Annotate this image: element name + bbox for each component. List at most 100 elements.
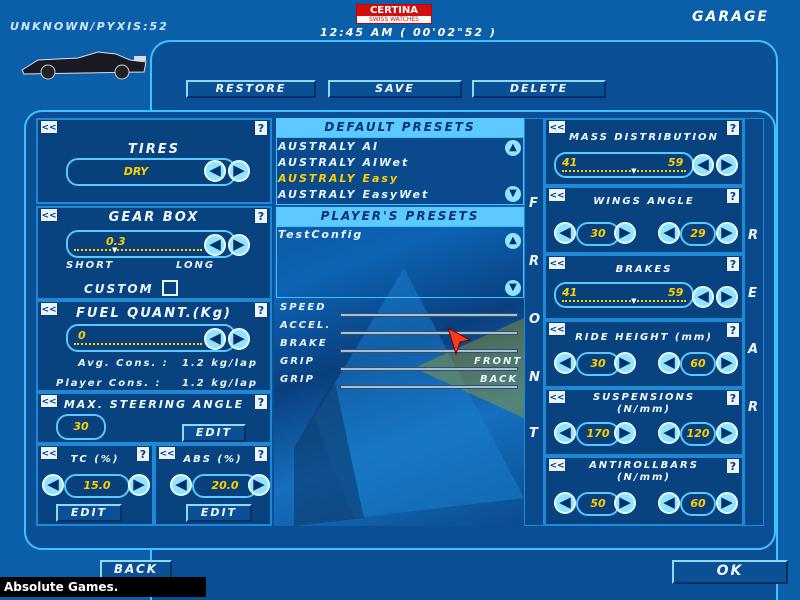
- gearbox-panel: << ? GEAR BOX 0.3 ▼ ◀ ▶ SHORT LONG CUSTO…: [36, 206, 272, 300]
- tc-value-box[interactable]: 15.0: [64, 474, 130, 498]
- wings-rear-next-button[interactable]: ▶: [716, 222, 738, 244]
- scroll-down-icon[interactable]: ▼: [505, 186, 521, 202]
- tc-edit-button[interactable]: EDIT: [56, 504, 122, 522]
- preset-item[interactable]: AUSTRALY AI: [278, 140, 379, 153]
- tc-next-button[interactable]: ▶: [128, 474, 150, 496]
- grip-front-label: GRIP: [280, 356, 315, 367]
- help-icon[interactable]: ?: [254, 120, 268, 136]
- gearbox-prev-button[interactable]: ◀: [204, 234, 226, 256]
- susp-rear-value: 120: [686, 427, 710, 440]
- ride-front-next-button[interactable]: ▶: [614, 352, 636, 374]
- collapse-icon[interactable]: <<: [40, 120, 58, 134]
- wings-front-value: 30: [590, 227, 606, 240]
- rear-letter: E: [748, 286, 757, 301]
- mass-slider[interactable]: 41 59 ▼: [554, 152, 694, 178]
- rear-letter: R: [748, 400, 759, 415]
- susp-front-next-button[interactable]: ▶: [614, 422, 636, 444]
- ride-rear-prev-button[interactable]: ◀: [658, 352, 680, 374]
- front-label: FRONT: [474, 356, 523, 367]
- susp-unit: (N/mm): [616, 404, 671, 415]
- steering-title: MAX. STEERING ANGLE: [63, 398, 245, 411]
- gearbox-long-label: LONG: [176, 260, 216, 271]
- scroll-down-icon[interactable]: ▼: [505, 280, 521, 296]
- ride-rear-next-button[interactable]: ▶: [716, 352, 738, 374]
- tc-panel: << ? TC (%) ◀ 15.0 ▶ EDIT: [36, 444, 154, 526]
- gearbox-short-label: SHORT: [66, 260, 115, 271]
- arb-front-prev-button[interactable]: ◀: [554, 492, 576, 514]
- fuel-next-button[interactable]: ▶: [228, 328, 250, 350]
- susp-front-prev-button[interactable]: ◀: [554, 422, 576, 444]
- mass-title: MASS DISTRIBUTION: [569, 132, 719, 143]
- ride-front-prev-button[interactable]: ◀: [554, 352, 576, 374]
- arb-rear-next-button[interactable]: ▶: [716, 492, 738, 514]
- gearbox-marker: ▼: [112, 246, 118, 254]
- delete-button[interactable]: DELETE: [472, 80, 606, 98]
- wings-panel: << ? WINGS ANGLE ◀ 30 ▶ ◀ 29 ▶: [544, 186, 744, 254]
- wings-front-prev-button[interactable]: ◀: [554, 222, 576, 244]
- tc-prev-button[interactable]: ◀: [42, 474, 64, 496]
- front-letter: F: [529, 196, 538, 211]
- mass-panel: << ? MASS DISTRIBUTION 41 59 ▼ ◀ ▶: [544, 118, 744, 186]
- fuel-prev-button[interactable]: ◀: [204, 328, 226, 350]
- brakes-next-button[interactable]: ▶: [716, 286, 738, 308]
- mass-next-button[interactable]: ▶: [716, 154, 738, 176]
- brakes-title: BRAKES: [615, 264, 673, 275]
- steering-edit-button[interactable]: EDIT: [182, 424, 246, 442]
- susp-rear-box[interactable]: 120: [680, 422, 716, 446]
- abs-title: ABS (%): [183, 454, 243, 465]
- brakes-left-value: 41: [562, 286, 578, 299]
- fuel-panel: << ? FUEL QUANT.(Kg) 0 ◀ ▶ Avg. Cons. : …: [36, 300, 272, 392]
- scroll-up-icon[interactable]: ▲: [505, 233, 521, 249]
- susp-rear-next-button[interactable]: ▶: [716, 422, 738, 444]
- back-label: BACK: [480, 374, 519, 385]
- ride-rear-box[interactable]: 60: [680, 352, 716, 376]
- brakes-slider[interactable]: 41 59 ▼: [554, 282, 694, 308]
- arb-rear-box[interactable]: 60: [680, 492, 716, 516]
- player-preset-item[interactable]: TestConfig: [278, 228, 363, 241]
- brake-label: BRAKE: [280, 338, 328, 349]
- brakes-track: ▼: [562, 297, 686, 305]
- abs-edit-button[interactable]: EDIT: [186, 504, 252, 522]
- tires-next-button[interactable]: ▶: [228, 160, 250, 182]
- abs-next-button[interactable]: ▶: [248, 474, 270, 496]
- speed-label: SPEED: [280, 302, 327, 313]
- accel-bar: [340, 331, 518, 335]
- wings-rear-box[interactable]: 29: [680, 222, 716, 246]
- arb-rear-prev-button[interactable]: ◀: [658, 492, 680, 514]
- restore-button[interactable]: RESTORE: [186, 80, 316, 98]
- susp-rear-prev-button[interactable]: ◀: [658, 422, 680, 444]
- mass-prev-button[interactable]: ◀: [692, 154, 714, 176]
- ok-button[interactable]: OK: [672, 560, 788, 584]
- scroll-up-icon[interactable]: ▲: [505, 140, 521, 156]
- gearbox-next-button[interactable]: ▶: [228, 234, 250, 256]
- abs-value: 20.0: [211, 479, 239, 492]
- custom-checkbox[interactable]: [162, 280, 178, 296]
- abs-prev-button[interactable]: ◀: [170, 474, 192, 496]
- fuel-value: 0: [78, 329, 86, 342]
- save-button[interactable]: SAVE: [328, 80, 462, 98]
- preset-item-selected[interactable]: AUSTRALY Easy: [278, 172, 399, 185]
- tires-prev-button[interactable]: ◀: [204, 160, 226, 182]
- wings-rear-prev-button[interactable]: ◀: [658, 222, 680, 244]
- wings-rear-value: 29: [690, 227, 706, 240]
- brake-bar: [340, 349, 518, 353]
- brakes-prev-button[interactable]: ◀: [692, 286, 714, 308]
- arb-unit: (N/mm): [616, 472, 671, 483]
- preset-item[interactable]: AUSTRALY AIWet: [278, 156, 409, 169]
- wings-front-next-button[interactable]: ▶: [614, 222, 636, 244]
- grip-back-label: GRIP: [280, 374, 315, 385]
- tires-value: DRY: [123, 165, 149, 178]
- cursor-icon: [447, 326, 472, 356]
- tc-value: 15.0: [83, 479, 111, 492]
- preset-item[interactable]: AUSTRALY EasyWet: [278, 188, 429, 201]
- steering-value-box[interactable]: 30: [56, 414, 106, 440]
- screen-title: GARAGE: [692, 9, 769, 25]
- abs-panel: << ? ABS (%) ◀ 20.0 ▶ EDIT: [154, 444, 272, 526]
- antirollbars-panel: << ? ANTIROLLBARS (N/mm) ◀ 50 ▶ ◀ 60 ▶: [544, 456, 744, 526]
- arb-front-next-button[interactable]: ▶: [614, 492, 636, 514]
- car-icon: [21, 51, 147, 80]
- ride-title: RIDE HEIGHT (mm): [575, 332, 713, 343]
- brakes-marker: ▼: [631, 297, 637, 305]
- ride-height-panel: << ? RIDE HEIGHT (mm) ◀ 30 ▶ ◀ 60 ▶: [544, 320, 744, 388]
- mass-marker: ▼: [631, 167, 637, 175]
